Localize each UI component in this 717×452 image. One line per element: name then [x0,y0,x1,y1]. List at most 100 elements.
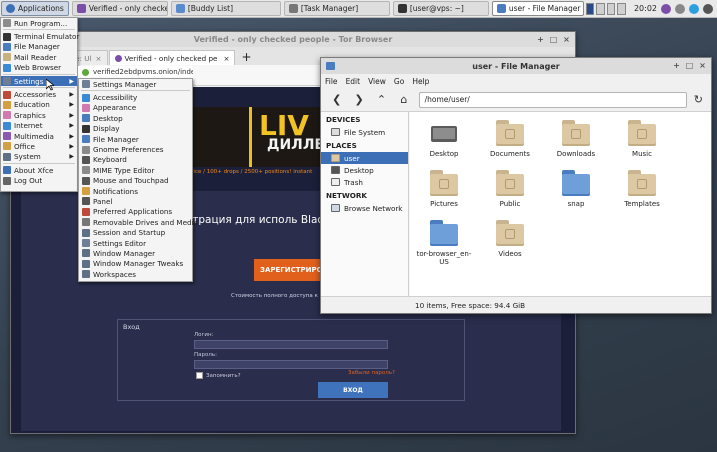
close-tab-icon[interactable]: × [95,54,101,63]
minimize-icon[interactable]: + [672,61,681,70]
menu-go[interactable]: Go [394,77,404,86]
settings-menu-item[interactable]: Session and Startup [79,227,192,237]
password-input[interactable] [194,360,388,369]
close-tab-icon[interactable]: × [223,54,229,63]
app-menu-item[interactable]: Terminal Emulator [1,31,79,41]
app-menu-item[interactable]: Multimedia ▶ [1,131,77,141]
login-input[interactable] [194,340,388,349]
file-item[interactable]: tor-browser_en-US [414,220,474,266]
settings-menu-item[interactable]: Appearance [79,103,192,113]
app-menu-item[interactable]: Education ▶ [1,100,77,110]
app-menu-item[interactable]: System ▶ [1,152,77,162]
file-item[interactable]: Downloads [546,120,606,158]
menu-file[interactable]: File [325,77,338,86]
file-item[interactable]: Public [480,170,540,208]
tab-verified[interactable]: Verified - only checked pe × [108,50,236,65]
maximize-icon[interactable]: □ [549,35,558,44]
sidebar-item-desktop[interactable]: Desktop [321,164,408,176]
path-input[interactable]: /home/user/ [418,91,687,108]
clock[interactable]: 20:02 [634,4,657,13]
taskbar-item[interactable]: Verified - only checked ... [71,1,168,16]
reload-icon[interactable]: ↻ [689,91,708,109]
settings-menu-item-label: Removable Drives and Media [93,217,199,227]
file-item[interactable]: Desktop [414,120,474,158]
settings-menu-item[interactable]: Keyboard [79,155,192,165]
power-tray-icon[interactable] [703,3,714,14]
file-item[interactable]: Pictures [414,170,474,208]
tor-tray-icon[interactable] [661,3,672,14]
app-menu-item[interactable]: Graphics ▶ [1,110,77,120]
sidebar-item-browse-network[interactable]: Browse Network [321,202,408,214]
settings-menu-item[interactable]: Gnome Preferences [79,144,192,154]
app-menu-item[interactable]: Internet ▶ [1,121,77,131]
telegram-tray-icon[interactable] [689,3,700,14]
settings-menu-item[interactable]: Desktop [79,113,192,123]
settings-menu-item[interactable]: Window Manager [79,248,192,258]
settings-menu-item[interactable]: Notifications [79,186,192,196]
workspace-1[interactable] [585,2,595,15]
app-menu-item[interactable]: Web Browser [1,63,77,73]
app-menu-item[interactable]: Run Program... [1,18,77,28]
settings-menu-item[interactable]: File Manager [79,134,192,144]
taskbar-item[interactable]: [Task Manager] [283,1,390,16]
menu-help[interactable]: Help [412,77,429,86]
settings-menu-item-label: File Manager [93,134,139,144]
home-icon[interactable]: ⌂ [394,91,413,109]
app-menu-item[interactable]: Mail Reader [1,52,77,62]
settings-menu-item[interactable]: Panel [79,196,192,206]
app-menu-item[interactable]: File Manager [1,42,77,52]
login-form: Вход Логин: Пароль: Запомнить? Забыли па… [117,319,465,401]
menu-view[interactable]: View [368,77,386,86]
tor-titlebar[interactable]: Verified - only checked people - Tor Bro… [11,32,575,47]
file-item[interactable]: snap [546,170,606,208]
network-tray-icon[interactable] [675,3,686,14]
forward-arrow-icon[interactable]: ❯ [349,91,368,109]
app-menu-item[interactable]: Office ▶ [1,141,77,151]
url-bar[interactable]: verified2ebdpvms.onion/index.php [78,66,193,78]
settings-menu-item[interactable]: Accessibility [79,92,192,102]
new-tab-button[interactable]: + [241,50,251,65]
menu-edit[interactable]: Edit [346,77,361,86]
maximize-icon[interactable]: □ [685,61,694,70]
settings-menu-item[interactable]: Workspaces [79,269,192,279]
settings-menu-item[interactable]: Removable Drives and Media [79,217,198,227]
settings-app-icon [82,80,90,89]
close-icon[interactable]: × [562,35,571,44]
settings-menu-item[interactable]: Window Manager Tweaks [79,259,192,269]
taskbar-item-label: [Task Manager] [300,4,359,13]
settings-menu-item[interactable]: Mouse and Touchpad [79,176,192,186]
sidebar-item-trash[interactable]: Trash [321,176,408,188]
file-item[interactable]: Videos [480,220,540,258]
app-menu-item[interactable]: Accessories ▶ [1,89,77,99]
file-item[interactable]: Documents [480,120,540,158]
file-item[interactable]: Music [612,120,672,158]
settings-menu-item[interactable]: Preferred Applications [79,207,192,217]
taskbar-item[interactable]: user - File Manager [491,1,584,16]
app-menu-item[interactable]: About Xfce [1,165,77,175]
back-arrow-icon[interactable]: ❮ [327,91,346,109]
app-menu-item[interactable]: Log Out [1,175,77,185]
workspace-2[interactable] [596,2,605,15]
taskbar-item[interactable]: [Buddy List] [170,1,281,16]
settings-menu-item[interactable]: MIME Type Editor [79,165,192,175]
fm-titlebar[interactable]: user - File Manager + □ × [321,58,711,74]
workspace-4[interactable] [617,2,626,15]
sidebar-item-user[interactable]: user [321,152,408,164]
applications-menu-button[interactable]: Applications [1,1,69,16]
login-button[interactable]: ВХОД [318,382,388,398]
up-arrow-icon[interactable]: ⌃ [372,91,391,109]
taskbar-item[interactable]: [user@vps: ~] [392,1,489,16]
workspace-3[interactable] [606,2,616,15]
close-icon[interactable]: × [698,61,707,70]
app-menu-item[interactable]: Settings ▶ [1,75,77,87]
settings-menu-item-label: Display [93,124,120,134]
settings-menu-item[interactable]: Display [79,124,192,134]
remember-checkbox[interactable] [196,372,203,379]
settings-menu-item[interactable]: Settings Editor [79,238,192,248]
minimize-icon[interactable]: + [536,35,545,44]
sidebar-item-file-system[interactable]: File System [321,126,408,138]
app-menu-item-label: Run Program... [14,18,68,28]
settings-menu-item[interactable]: Settings Manager [79,79,192,89]
forgot-password-link[interactable]: Забыли пароль? [348,370,395,376]
file-item[interactable]: Templates [612,170,672,208]
